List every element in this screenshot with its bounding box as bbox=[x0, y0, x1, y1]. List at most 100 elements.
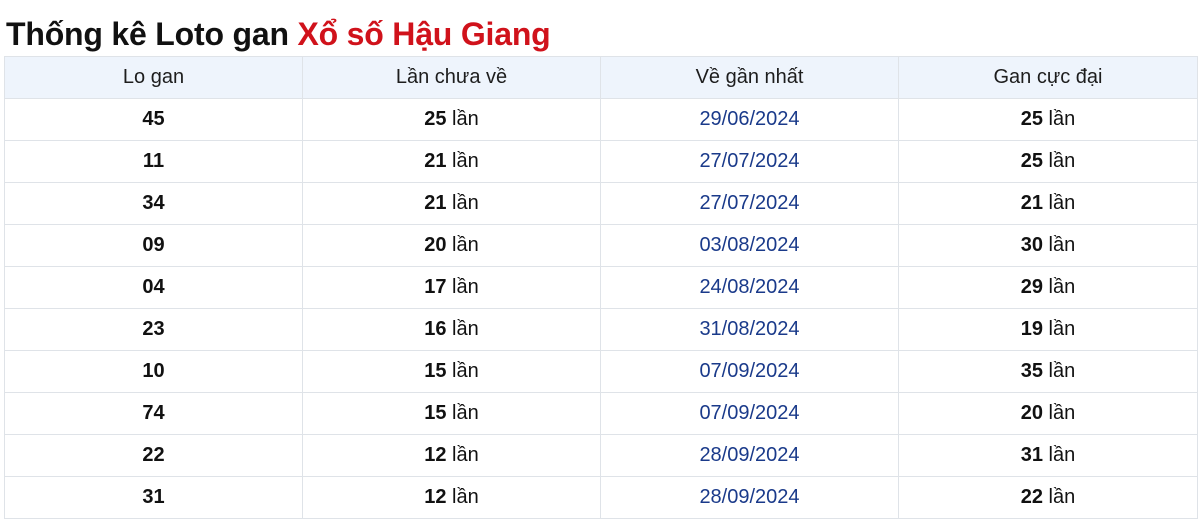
last-seen-date: 28/09/2024 bbox=[699, 486, 800, 508]
chua-ve-count: 15 bbox=[424, 360, 447, 382]
last-seen-date: 07/09/2024 bbox=[699, 402, 800, 424]
cell-lo-gan: 45 bbox=[4, 98, 303, 141]
cell-ve-gan-nhat: 31/08/2024 bbox=[600, 308, 899, 351]
table-row: 04 17 lần 24/08/2024 29 lần bbox=[4, 266, 1198, 309]
cell-ve-gan-nhat: 29/06/2024 bbox=[600, 98, 899, 141]
cell-gan-cuc-dai: 29 lần bbox=[898, 266, 1198, 309]
chua-ve-count: 17 bbox=[424, 276, 447, 298]
chua-ve-count: 12 bbox=[424, 444, 447, 466]
table-row: 10 15 lần 07/09/2024 35 lần bbox=[4, 350, 1198, 393]
unit-label: lần bbox=[452, 486, 479, 508]
lo-number: 23 bbox=[142, 318, 165, 340]
lo-number: 22 bbox=[142, 444, 165, 466]
page-title-accent: Xổ số Hậu Giang bbox=[297, 16, 551, 52]
last-seen-date: 31/08/2024 bbox=[699, 318, 800, 340]
unit-label: lần bbox=[1048, 150, 1076, 172]
unit-label: lần bbox=[452, 276, 479, 298]
lo-number: 04 bbox=[142, 276, 165, 298]
cuc-dai-count: 30 bbox=[1020, 234, 1043, 256]
cell-lo-gan: 74 bbox=[4, 392, 303, 435]
cell-lan-chua-ve: 12 lần bbox=[302, 476, 601, 519]
unit-label: lần bbox=[452, 108, 479, 130]
unit-label: lần bbox=[452, 192, 479, 214]
cell-lo-gan: 10 bbox=[4, 350, 303, 393]
cell-lan-chua-ve: 17 lần bbox=[302, 266, 601, 309]
unit-label: lần bbox=[452, 360, 479, 382]
last-seen-date: 03/08/2024 bbox=[699, 234, 800, 256]
lo-number: 45 bbox=[142, 108, 165, 130]
table-row: 11 21 lần 27/07/2024 25 lần bbox=[4, 140, 1198, 183]
last-seen-date: 07/09/2024 bbox=[699, 360, 800, 382]
last-seen-date: 29/06/2024 bbox=[699, 108, 800, 130]
cell-gan-cuc-dai: 25 lần bbox=[898, 140, 1198, 183]
page-title-prefix: Thống kê Loto gan bbox=[6, 16, 298, 52]
cell-gan-cuc-dai: 19 lần bbox=[898, 308, 1198, 351]
unit-label: lần bbox=[1048, 444, 1076, 466]
table-row: 34 21 lần 27/07/2024 21 lần bbox=[4, 182, 1198, 225]
table-row: 45 25 lần 29/06/2024 25 lần bbox=[4, 98, 1198, 141]
loto-gan-table: Lo gan Lần chưa về Về gần nhất Gan cực đ… bbox=[4, 56, 1198, 519]
unit-label: lần bbox=[1048, 234, 1076, 256]
cell-gan-cuc-dai: 25 lần bbox=[898, 98, 1198, 141]
chua-ve-count: 21 bbox=[424, 150, 447, 172]
cuc-dai-count: 25 bbox=[1020, 150, 1043, 172]
cell-gan-cuc-dai: 31 lần bbox=[898, 434, 1198, 477]
cell-gan-cuc-dai: 20 lần bbox=[898, 392, 1198, 435]
last-seen-date: 27/07/2024 bbox=[699, 150, 800, 172]
table-row: 23 16 lần 31/08/2024 19 lần bbox=[4, 308, 1198, 351]
table-header: Lo gan Lần chưa về Về gần nhất Gan cực đ… bbox=[4, 56, 1198, 99]
cuc-dai-count: 29 bbox=[1020, 276, 1043, 298]
table-row: 09 20 lần 03/08/2024 30 lần bbox=[4, 224, 1198, 267]
unit-label: lần bbox=[1048, 108, 1076, 130]
last-seen-date: 28/09/2024 bbox=[699, 444, 800, 466]
cell-lan-chua-ve: 12 lần bbox=[302, 434, 601, 477]
cell-lan-chua-ve: 21 lần bbox=[302, 140, 601, 183]
lo-number: 31 bbox=[142, 486, 165, 508]
chua-ve-count: 16 bbox=[424, 318, 447, 340]
cell-gan-cuc-dai: 21 lần bbox=[898, 182, 1198, 225]
page: Thống kê Loto gan Xổ số Hậu Giang Lo gan… bbox=[0, 0, 1200, 523]
cell-ve-gan-nhat: 28/09/2024 bbox=[600, 434, 899, 477]
unit-label: lần bbox=[1048, 360, 1076, 382]
cell-lo-gan: 23 bbox=[4, 308, 303, 351]
cell-lan-chua-ve: 21 lần bbox=[302, 182, 601, 225]
cell-ve-gan-nhat: 07/09/2024 bbox=[600, 392, 899, 435]
cell-lo-gan: 22 bbox=[4, 434, 303, 477]
unit-label: lần bbox=[1048, 486, 1076, 508]
cuc-dai-count: 20 bbox=[1020, 402, 1043, 424]
cell-lan-chua-ve: 15 lần bbox=[302, 350, 601, 393]
cuc-dai-count: 21 bbox=[1020, 192, 1043, 214]
unit-label: lần bbox=[452, 402, 479, 424]
unit-label: lần bbox=[452, 150, 479, 172]
header-lo-gan: Lo gan bbox=[4, 56, 303, 99]
last-seen-date: 24/08/2024 bbox=[699, 276, 800, 298]
chua-ve-count: 25 bbox=[424, 108, 447, 130]
lo-number: 74 bbox=[142, 402, 165, 424]
header-ve-gan-nhat: Về gần nhất bbox=[600, 56, 899, 99]
lo-number: 10 bbox=[142, 360, 165, 382]
unit-label: lần bbox=[452, 318, 479, 340]
unit-label: lần bbox=[1048, 276, 1076, 298]
unit-label: lần bbox=[452, 444, 479, 466]
cell-gan-cuc-dai: 35 lần bbox=[898, 350, 1198, 393]
cell-lo-gan: 34 bbox=[4, 182, 303, 225]
header-row: Lo gan Lần chưa về Về gần nhất Gan cực đ… bbox=[4, 56, 1198, 99]
unit-label: lần bbox=[1048, 318, 1076, 340]
unit-label: lần bbox=[1048, 192, 1076, 214]
unit-label: lần bbox=[1048, 402, 1076, 424]
last-seen-date: 27/07/2024 bbox=[699, 192, 800, 214]
cell-ve-gan-nhat: 07/09/2024 bbox=[600, 350, 899, 393]
lo-number: 09 bbox=[142, 234, 165, 256]
table-row: 74 15 lần 07/09/2024 20 lần bbox=[4, 392, 1198, 435]
cuc-dai-count: 19 bbox=[1020, 318, 1043, 340]
chua-ve-count: 21 bbox=[424, 192, 447, 214]
cuc-dai-count: 35 bbox=[1020, 360, 1043, 382]
cuc-dai-count: 31 bbox=[1020, 444, 1043, 466]
cell-lan-chua-ve: 20 lần bbox=[302, 224, 601, 267]
cell-lan-chua-ve: 16 lần bbox=[302, 308, 601, 351]
cell-gan-cuc-dai: 22 lần bbox=[898, 476, 1198, 519]
header-gan-cuc-dai: Gan cực đại bbox=[898, 56, 1198, 99]
cell-gan-cuc-dai: 30 lần bbox=[898, 224, 1198, 267]
chua-ve-count: 15 bbox=[424, 402, 447, 424]
cell-lan-chua-ve: 15 lần bbox=[302, 392, 601, 435]
